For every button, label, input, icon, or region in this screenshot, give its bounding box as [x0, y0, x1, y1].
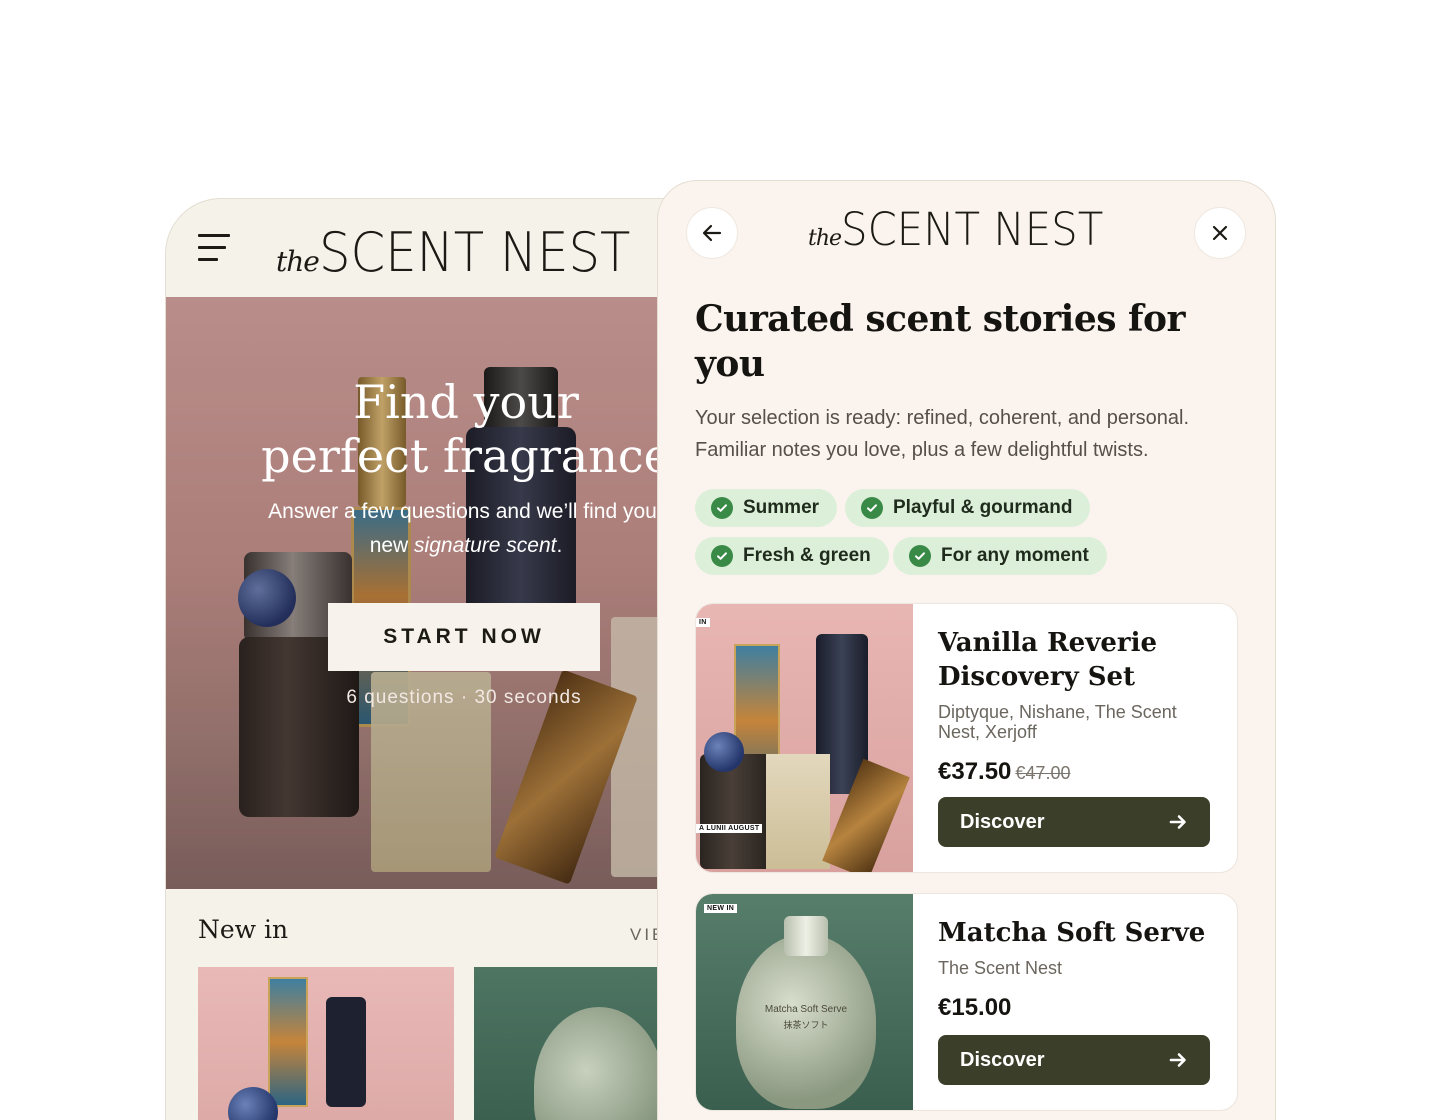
brand-logo[interactable]: theSCENT NEST: [808, 203, 1123, 256]
arrow-right-icon: [1169, 815, 1186, 829]
close-icon: [1212, 225, 1228, 241]
back-button[interactable]: [686, 207, 738, 259]
discover-label: Discover: [960, 810, 1045, 833]
product-card[interactable]: IN A LUNII AUGUST Vanilla Reverie Discov…: [695, 603, 1238, 873]
chip-label: Summer: [743, 497, 820, 518]
chip-label: Fresh & green: [743, 545, 871, 566]
hero-title: Find your perfect fragrance: [166, 375, 724, 483]
hero-subtitle-end: .: [556, 534, 563, 557]
quiz-meta: 6 questions · 30 seconds: [346, 687, 582, 708]
chip-label: Playful & gourmand: [893, 497, 1073, 518]
product-name: Matcha Soft Serve: [938, 918, 1206, 948]
hero-title-line2: perfect fragrance: [261, 429, 671, 483]
hero-subtitle: Answer a few questions and we’ll find yo…: [166, 495, 724, 563]
hero-subtitle-line2: new signature scent.: [166, 529, 724, 563]
close-button[interactable]: [1194, 207, 1246, 259]
product-tag: A LUNII AUGUST: [696, 824, 763, 833]
results-title: Curated scent stories for you: [695, 298, 1186, 385]
results-modal: theSCENT NEST Curated scent stories for …: [657, 180, 1276, 1120]
hero-subtitle-new: new: [369, 534, 415, 557]
hero-subtitle-emphasis: signature scent: [414, 534, 557, 557]
new-in-title: New in: [198, 915, 289, 944]
product-image: Matcha Soft Serve 抹茶ソフト NEW IN: [696, 894, 913, 1110]
product-brands: Diptyque, Nishane, The Scent Nest, Xerjo…: [938, 702, 1177, 742]
price-row: €15.00: [938, 994, 1218, 1022]
check-circle-icon: [711, 545, 733, 567]
discover-label: Discover: [960, 1048, 1045, 1071]
preference-chip: For any moment: [893, 537, 1107, 575]
hero-subtitle-line1: Answer a few questions and we’ll find yo…: [268, 500, 664, 523]
bottle-sublabel: 抹茶ソフト: [783, 1021, 829, 1031]
new-in-product-tile[interactable]: [198, 967, 454, 1120]
check-circle-icon: [861, 497, 883, 519]
preference-chip: Fresh & green: [695, 537, 889, 575]
results-description: Your selection is ready: refined, cohere…: [695, 407, 1190, 461]
product-tag: NEW IN: [704, 904, 738, 913]
hero-banner: Find your perfect fragrance Answer a few…: [166, 297, 724, 889]
product-price: €15.00: [938, 994, 1012, 1021]
discover-button[interactable]: Discover: [938, 797, 1210, 847]
arrow-right-icon: [1169, 1053, 1186, 1067]
home-screen: theSCENT NEST Find your perfect fragranc…: [165, 198, 725, 1120]
product-price: €37.50: [938, 758, 1012, 785]
hero-title-line1: Find your: [353, 375, 579, 429]
product-image: IN A LUNII AUGUST: [696, 604, 913, 872]
price-row: €37.50 €47.00: [938, 758, 1218, 786]
logo-prefix: the: [808, 226, 842, 251]
arrow-left-icon: [702, 224, 722, 242]
hamburger-menu-icon[interactable]: [198, 234, 232, 264]
logo-name: SCENT NEST: [318, 221, 631, 284]
product-card[interactable]: Matcha Soft Serve 抹茶ソフト NEW IN Matcha So…: [695, 893, 1238, 1111]
bottle-label: Matcha Soft Serve: [764, 1004, 848, 1015]
product-old-price: €47.00: [1015, 763, 1071, 783]
home-header: theSCENT NEST: [166, 199, 724, 297]
product-name: Vanilla Reverie Discovery Set: [938, 628, 1157, 692]
check-circle-icon: [909, 545, 931, 567]
product-info: Vanilla Reverie Discovery Set Diptyque, …: [938, 626, 1218, 786]
chip-label: For any moment: [941, 545, 1089, 566]
logo-name: SCENT NEST: [841, 203, 1104, 256]
preference-chip: Summer: [695, 489, 838, 527]
discover-button[interactable]: Discover: [938, 1035, 1210, 1085]
brand-logo[interactable]: theSCENT NEST: [276, 221, 657, 284]
preference-chip: Playful & gourmand: [845, 489, 1091, 527]
logo-prefix: the: [276, 245, 320, 278]
hero-content: Find your perfect fragrance Answer a few…: [166, 375, 724, 563]
product-brands: The Scent Nest: [938, 958, 1063, 978]
check-circle-icon: [711, 497, 733, 519]
product-info: Matcha Soft Serve The Scent Nest €15.00: [938, 916, 1218, 1022]
product-tag: IN: [696, 618, 710, 627]
start-now-button[interactable]: START NOW: [328, 603, 600, 671]
